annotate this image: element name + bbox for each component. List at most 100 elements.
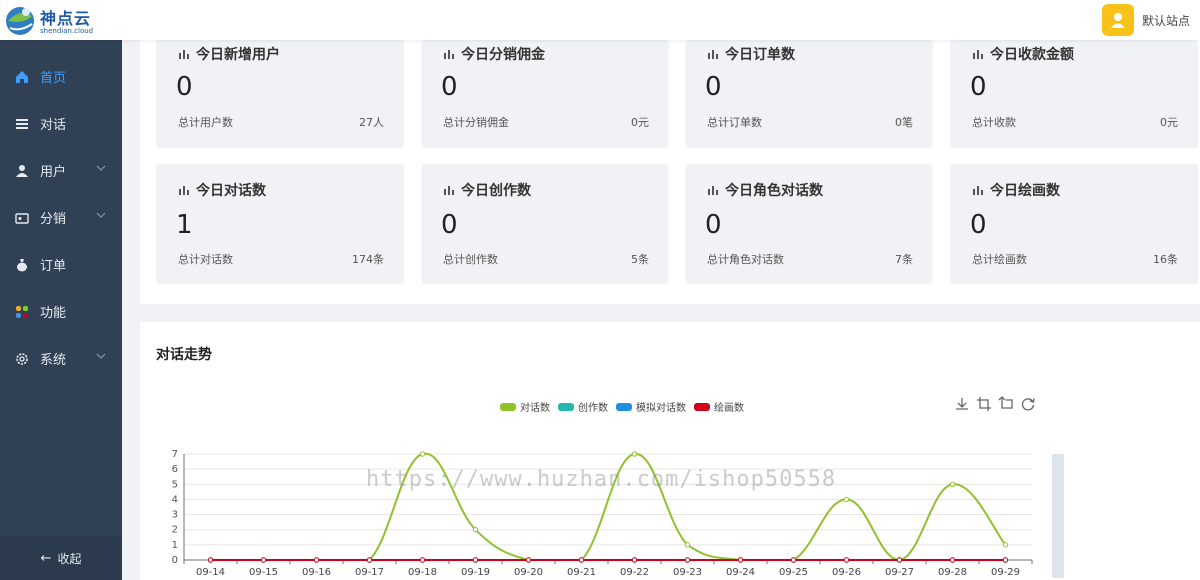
- data-point: [419, 557, 426, 563]
- stats-panel: 今日新增用户 0 总计用户数 27人 今日分销佣金 0 总计分销佣金 0元 今日…: [140, 40, 1200, 304]
- chevron-down-icon: [96, 212, 106, 218]
- data-point: [896, 557, 903, 563]
- stat-card-value: 0: [705, 210, 722, 240]
- stat-card-total-label: 总计收款: [972, 116, 1016, 129]
- chart-scrollbar[interactable]: [1052, 454, 1064, 578]
- y-tick-label: 3: [172, 510, 178, 521]
- sidebar-item-orders[interactable]: 订单: [0, 241, 122, 288]
- x-tick-label: 09-20: [514, 567, 543, 578]
- stat-card-value: 0: [441, 210, 458, 240]
- stat-card-title: 今日订单数: [725, 47, 795, 63]
- x-tick-label: 09-15: [249, 567, 278, 578]
- stat-card-title: 今日对话数: [196, 183, 266, 199]
- collapse-sidebar-button[interactable]: ← 收起: [0, 536, 122, 580]
- sidebar-item-system[interactable]: 系统: [0, 335, 122, 382]
- sidebar-item-label: 对话: [40, 118, 67, 133]
- sidebar-item-distribution[interactable]: 分销: [0, 194, 122, 241]
- site-name[interactable]: 默认站点: [1142, 12, 1190, 29]
- x-tick-label: 09-21: [567, 567, 596, 578]
- gear-icon: [14, 351, 30, 367]
- sidebar-item-home[interactable]: 首页: [0, 53, 122, 100]
- data-point: [949, 557, 956, 563]
- stat-card-new-users: 今日新增用户 0 总计用户数 27人: [156, 40, 404, 148]
- stat-card-value: 0: [176, 72, 193, 102]
- y-tick-label: 6: [172, 464, 178, 475]
- sidebar-item-users[interactable]: 用户: [0, 147, 122, 194]
- stat-card-title: 今日收款金额: [990, 47, 1074, 63]
- data-point: [631, 451, 638, 457]
- data-point: [260, 557, 267, 563]
- stat-card-title: 今日创作数: [461, 183, 531, 199]
- stat-card-title: 今日角色对话数: [725, 183, 823, 199]
- user-icon: [14, 163, 30, 179]
- bar-chart-icon: [444, 50, 454, 59]
- x-tick-label: 09-23: [673, 567, 702, 578]
- stat-card-revenue: 今日收款金额 0 总计收款 0元: [950, 40, 1198, 148]
- sidebar-item-features[interactable]: 功能: [0, 288, 122, 335]
- stat-card-role-chats: 今日角色对话数 0 总计角色对话数 7条: [685, 164, 933, 284]
- logo-globe-icon: [6, 7, 34, 35]
- sidebar-item-chat[interactable]: 对话: [0, 100, 122, 147]
- y-tick-label: 7: [172, 449, 178, 460]
- stat-card-total-label: 总计角色对话数: [707, 253, 784, 266]
- list-icon: [14, 116, 30, 132]
- y-tick-label: 1: [172, 540, 178, 551]
- stat-card-total-label: 总计用户数: [178, 116, 233, 129]
- avatar[interactable]: [1101, 4, 1134, 36]
- x-tick-label: 09-22: [620, 567, 649, 578]
- logo-text: 神点云: [40, 9, 92, 28]
- sidebar-item-label: 用户: [40, 165, 67, 180]
- x-tick-label: 09-24: [726, 567, 755, 578]
- stat-card-drawings: 今日绘画数 0 总计绘画数 16条: [950, 164, 1198, 284]
- sidebar-item-label: 功能: [40, 306, 67, 321]
- watermark: https://www.huzhan.com/ishop50558: [366, 467, 837, 492]
- data-point: [843, 496, 850, 503]
- stat-card-total-label: 总计创作数: [443, 253, 498, 266]
- stat-card-title: 今日绘画数: [990, 183, 1060, 199]
- logo[interactable]: 神点云 shendian.cloud: [4, 2, 124, 40]
- collapse-label: 收起: [57, 551, 82, 566]
- data-point: [472, 557, 479, 563]
- sidebar-item-label: 分销: [40, 212, 67, 227]
- bar-chart-icon: [708, 50, 718, 59]
- user-avatar-icon: [1110, 13, 1125, 28]
- stat-card-total-label: 总计对话数: [178, 253, 233, 266]
- sidebar: 首页 对话 用户 分销 订单 功能 系统 ← 收起: [0, 40, 122, 580]
- data-point: [419, 451, 426, 457]
- stat-card-total-value: 27人: [359, 116, 384, 129]
- data-point: [578, 557, 585, 563]
- chevron-down-icon: [96, 353, 106, 359]
- stat-card-total-value: 174条: [352, 253, 384, 266]
- chevron-down-icon: [96, 165, 106, 171]
- stat-card-value: 0: [970, 210, 987, 240]
- data-point: [737, 557, 744, 563]
- wallet-icon: [14, 210, 30, 226]
- chat-trend-panel: 对话走势 对话数 创作数 模拟对话数 绘画数 0 1 2 3 4 5 6 7 09-14 09-1…: [140, 322, 1200, 580]
- home-icon: [14, 69, 30, 85]
- data-point: [525, 557, 532, 563]
- sidebar-item-label: 首页: [40, 71, 67, 86]
- x-tick-label: 09-28: [938, 567, 967, 578]
- stat-card-orders: 今日订单数 0 总计订单数 0笔: [685, 40, 933, 148]
- x-tick-label: 09-29: [991, 567, 1020, 578]
- stat-card-chats: 今日对话数 1 总计对话数 174条: [156, 164, 404, 284]
- stat-card-creations: 今日创作数 0 总计创作数 5条: [421, 164, 669, 284]
- stat-card-total-label: 总计分销佣金: [443, 116, 509, 129]
- stat-card-total-label: 总计绘画数: [972, 253, 1027, 266]
- y-tick-label: 0: [172, 555, 178, 566]
- stat-card-total-value: 0元: [1160, 116, 1178, 129]
- data-point: [684, 557, 691, 563]
- data-point: [472, 527, 479, 533]
- x-tick-label: 09-17: [355, 567, 384, 578]
- x-tick-label: 09-19: [461, 567, 490, 578]
- x-tick-label: 09-14: [196, 567, 225, 578]
- x-tick-label: 09-16: [302, 567, 331, 578]
- user-menu[interactable]: 默认站点: [1101, 4, 1190, 36]
- data-point: [207, 557, 214, 563]
- data-point: [790, 557, 797, 563]
- x-tick-label: 09-18: [408, 567, 437, 578]
- stat-card-value: 0: [970, 72, 987, 102]
- stat-card-title: 今日分销佣金: [461, 47, 545, 63]
- data-point: [1002, 557, 1009, 563]
- bar-chart-icon: [973, 50, 983, 59]
